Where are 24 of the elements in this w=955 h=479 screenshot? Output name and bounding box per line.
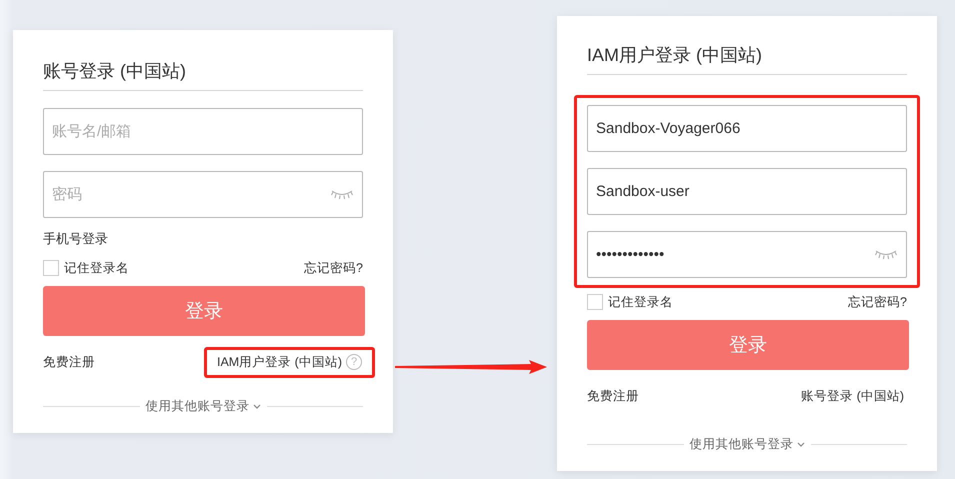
input-field[interactable]: Sandbox-Voyager066	[587, 105, 907, 152]
forgot-password-link[interactable]: 忘记密码?	[848, 294, 907, 310]
chevron-icon	[796, 442, 804, 448]
switch-login-link[interactable]: 账号登录 (中国站)	[801, 388, 904, 404]
other-login-link[interactable]: 使用其他账号登录	[146, 398, 250, 415]
eye-icon[interactable]	[331, 190, 353, 200]
switch-login-link[interactable]: IAM用户登录 (中国站)	[216, 354, 342, 370]
chevron-icon	[252, 404, 260, 410]
input-field[interactable]: 账号名/邮箱	[43, 108, 363, 155]
other-login-link[interactable]: 使用其他账号登录	[690, 436, 794, 453]
remember-label: 记住登录名	[608, 294, 673, 310]
phone-login-link[interactable]: 手机号登录	[43, 231, 108, 246]
password-field[interactable]: 密码	[43, 171, 363, 218]
remember-label: 记住登录名	[64, 260, 129, 276]
forgot-password-link[interactable]: 忘记密码?	[304, 260, 363, 276]
card-title: 账号登录 (中国站)	[43, 30, 363, 91]
register-link[interactable]: 免费注册	[587, 388, 639, 404]
input-field[interactable]: Sandbox-user	[587, 168, 907, 215]
remember-checkbox[interactable]	[587, 294, 603, 310]
register-link[interactable]: 免费注册	[43, 354, 95, 370]
card-title: IAM用户登录 (中国站)	[587, 16, 907, 75]
remember-checkbox[interactable]	[43, 260, 59, 276]
password-field[interactable]: •••••••••••••	[587, 231, 907, 278]
eye-icon[interactable]	[875, 250, 897, 260]
